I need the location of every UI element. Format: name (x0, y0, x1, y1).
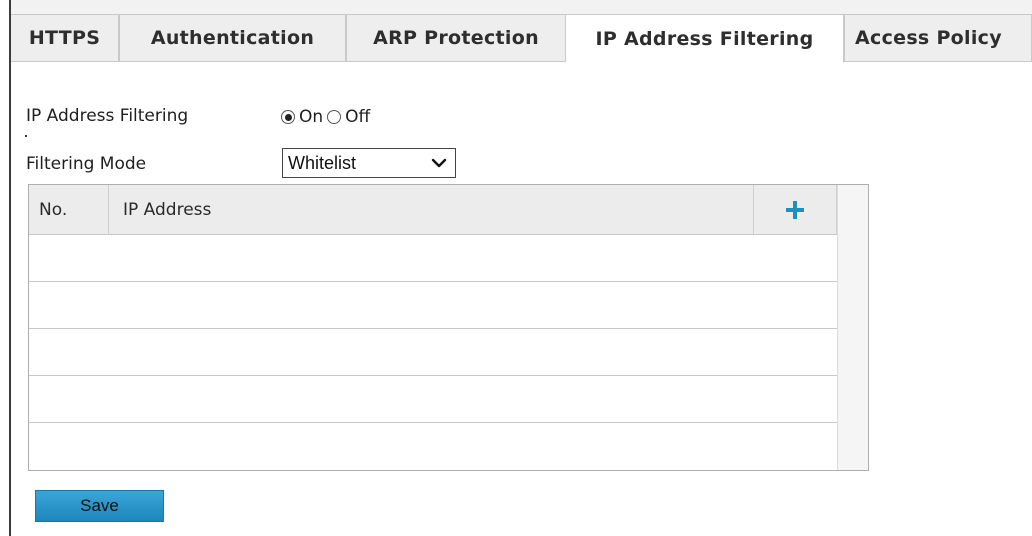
table-row (29, 282, 837, 329)
table-row (29, 376, 837, 423)
radio-off[interactable] (327, 110, 342, 124)
tab-access-policy[interactable]: Access Policy (844, 15, 1032, 62)
column-header-no: No. (29, 185, 109, 234)
table-row (29, 423, 837, 470)
filtering-mode-select[interactable]: Whitelist (282, 148, 456, 178)
radio-option-off[interactable]: Off (327, 107, 370, 127)
table-header: No. IP Address (29, 185, 837, 235)
radio-on[interactable] (281, 110, 295, 124)
stray-dot (25, 135, 27, 137)
tab-bar: HTTPS Authentication ARP Protection IP A… (11, 0, 1032, 63)
ip-filtering-radio-group: On Off (281, 106, 374, 128)
column-header-ip-address: IP Address (109, 185, 754, 234)
filtering-mode-value: Whitelist (288, 152, 357, 173)
radio-on-label: On (299, 107, 324, 127)
radio-off-label: Off (345, 107, 371, 127)
filtering-mode-label: Filtering Mode (26, 154, 147, 174)
tab-authentication[interactable]: Authentication (119, 15, 346, 62)
radio-option-on[interactable]: On (281, 107, 323, 127)
tab-ip-address-filtering[interactable]: IP Address Filtering (566, 15, 844, 63)
ip-filtering-label: IP Address Filtering (26, 106, 189, 126)
settings-panel: HTTPS Authentication ARP Protection IP A… (9, 0, 1032, 536)
ip-address-table: No. IP Address (28, 184, 869, 471)
plus-icon[interactable] (785, 200, 805, 220)
table-row (29, 329, 837, 376)
tab-https[interactable]: HTTPS (11, 15, 119, 62)
radio-selected-dot (284, 113, 292, 121)
add-ip-button[interactable] (754, 185, 837, 234)
table-scrollbar-track[interactable] (837, 185, 868, 470)
tab-arp-protection[interactable]: ARP Protection (346, 15, 566, 62)
table-row (29, 235, 837, 282)
save-button[interactable]: Save (35, 490, 164, 522)
chevron-down-icon (431, 158, 447, 168)
